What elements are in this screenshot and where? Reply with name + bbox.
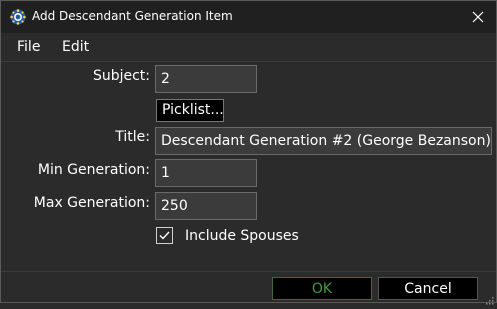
subject-label: Subject: [92, 68, 150, 84]
subject-field[interactable]: 2 [155, 65, 257, 93]
gear-icon[interactable] [9, 8, 27, 26]
resize-grip-icon[interactable] [484, 290, 494, 305]
dialog-window: Add Descendant Generation Item File Edit… [0, 0, 497, 305]
menu-divider [1, 61, 496, 62]
menu-edit[interactable]: Edit [62, 39, 89, 55]
include-spouses-label[interactable]: Include Spouses [185, 228, 299, 244]
menu-file[interactable]: File [17, 39, 40, 55]
close-icon[interactable] [468, 7, 488, 27]
title-field[interactable]: Descendant Generation #2 (George Bezanso… [155, 127, 492, 155]
min-generation-label: Min Generation: [37, 162, 150, 178]
window-title: Add Descendant Generation Item [32, 9, 233, 23]
title-bar[interactable]: Add Descendant Generation Item [1, 1, 496, 33]
max-generation-label: Max Generation: [33, 195, 150, 211]
picklist-button[interactable]: Picklist... [156, 99, 224, 122]
ok-button[interactable]: OK [272, 277, 372, 300]
max-generation-field[interactable]: 250 [155, 192, 257, 220]
checkmark-icon [159, 231, 170, 240]
menu-bar: File Edit [1, 33, 496, 61]
footer-divider [1, 271, 496, 272]
cancel-button[interactable]: Cancel [378, 277, 478, 300]
min-generation-field[interactable]: 1 [155, 159, 257, 187]
title-label: Title: [115, 129, 150, 145]
include-spouses-checkbox[interactable] [156, 227, 173, 244]
